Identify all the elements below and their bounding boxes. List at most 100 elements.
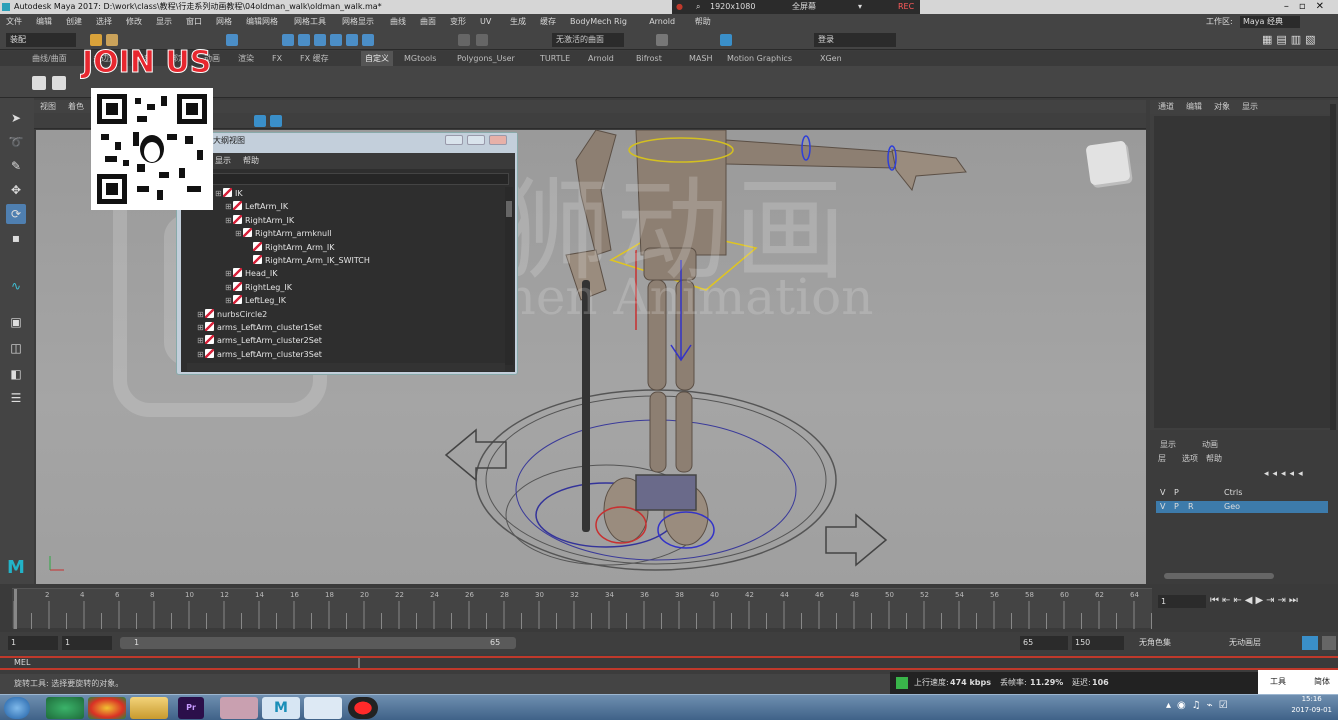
clock[interactable]: 15:16 2017-09-01 [1291, 694, 1332, 716]
menu-item[interactable]: 缓存 [540, 14, 556, 30]
premiere-icon[interactable]: Pr [178, 697, 204, 719]
expand-icon[interactable]: ⊞ [225, 281, 233, 294]
playback-end-field[interactable]: 65 [1020, 636, 1068, 650]
rotate-tool-icon[interactable]: ⟳ [6, 204, 26, 224]
shelf-tab[interactable]: XGen [820, 51, 842, 66]
expand-icon[interactable]: ⊞ [225, 214, 233, 227]
layer-hscroll[interactable] [1164, 573, 1274, 579]
channel-box-tab[interactable]: 通道 [1158, 100, 1174, 114]
simplified-label[interactable]: 简体 [1314, 670, 1330, 694]
layer-row[interactable]: V P Ctrls [1156, 487, 1328, 499]
menu-item[interactable]: 创建 [66, 14, 82, 30]
shelf-tab[interactable]: Motion Graphics [727, 51, 792, 66]
shelf-tab[interactable]: FX 缓存 [300, 51, 329, 66]
layer-p[interactable]: P [1174, 487, 1179, 499]
shelf-tab[interactable]: 曲线/曲面 [32, 51, 67, 66]
channel-box-tab[interactable]: 显示 [1242, 100, 1258, 114]
expand-icon[interactable]: ⊞ [197, 321, 205, 334]
snap-surface-icon[interactable] [346, 34, 358, 46]
workspace-select[interactable]: Maya 经典 [1240, 16, 1300, 28]
close-icon[interactable] [489, 135, 507, 145]
taskbar-app-icon[interactable] [220, 697, 258, 719]
expand-icon[interactable]: ⊞ [225, 200, 233, 213]
two-pane-icon[interactable]: ◫ [6, 338, 26, 358]
outliner-item[interactable]: ⊞ RightLeg_IK [225, 281, 292, 294]
shelf-tab[interactable]: MASH [689, 51, 712, 66]
menu-item[interactable]: 曲线 [390, 14, 406, 30]
menu-item[interactable]: 网格 [216, 14, 232, 30]
login-button[interactable]: 登录 [814, 33, 896, 47]
panel-scrollbar[interactable] [1330, 104, 1336, 430]
outliner-filter-field[interactable] [191, 173, 509, 185]
menu-item[interactable]: 修改 [126, 14, 142, 30]
scale-tool-icon[interactable]: ▪ [6, 228, 26, 248]
outliner-layout-icon[interactable]: ☰ [6, 388, 26, 408]
menu-item[interactable]: 网格显示 [342, 14, 374, 30]
layer-r[interactable]: R [1188, 501, 1194, 513]
recorder-mode[interactable]: 全屏幕 [792, 0, 816, 14]
expand-icon[interactable]: ⊞ [197, 308, 205, 321]
select-arrow-icon[interactable]: ➤ [6, 108, 26, 128]
layer-menu-item[interactable]: 层 [1158, 453, 1166, 465]
shelf-tab[interactable]: 渲染 [238, 51, 254, 66]
outliner-item[interactable]: ⊞ arms_LeftArm_cluster2Set [197, 334, 322, 347]
wireframe-icon[interactable] [254, 115, 266, 127]
recorder-taskbar-icon[interactable] [348, 697, 378, 719]
outliner-item[interactable]: ⊞ nurbsCircle2 [197, 308, 267, 321]
snap-live-icon[interactable] [362, 34, 374, 46]
menu-item[interactable]: 显示 [156, 14, 172, 30]
menu-item[interactable]: 帮助 [695, 14, 711, 30]
channel-box-tab[interactable]: 编辑 [1186, 100, 1202, 114]
scroll-thumb[interactable] [506, 201, 512, 217]
menu-item[interactable]: 编辑网格 [246, 14, 278, 30]
shelf-tab[interactable]: Arnold [588, 51, 614, 66]
menu-item[interactable]: BodyMech Rig [570, 14, 627, 30]
range-slider[interactable]: 1 65 [120, 637, 516, 649]
view-cube[interactable] [1085, 140, 1131, 186]
outliner-hscrollbar[interactable] [187, 363, 505, 371]
shelf-tab[interactable]: Polygons_User [457, 51, 515, 66]
viewport-menu-item[interactable]: 着色 [68, 100, 84, 113]
anim-layer-select[interactable]: 无动画层 [1226, 636, 1298, 650]
outliner-item[interactable]: ⊞ RightArm_armknull [235, 227, 332, 240]
chrome-icon[interactable] [88, 697, 126, 719]
anim-end-field[interactable]: 150 [1072, 636, 1124, 650]
layer-menu-item[interactable]: 选项 [1182, 453, 1198, 465]
layer-v[interactable]: V [1160, 487, 1165, 499]
three-pane-icon[interactable]: ◧ [6, 364, 26, 384]
smooth-shade-icon[interactable] [270, 115, 282, 127]
layer-menu-item[interactable]: 帮助 [1206, 453, 1222, 465]
explorer-icon[interactable] [130, 697, 168, 719]
shelf-tool-icon[interactable] [32, 76, 46, 90]
outliner-menu-show[interactable]: 显示 [215, 153, 231, 169]
layer-row[interactable]: V P R Geo [1156, 501, 1328, 513]
auto-key-icon[interactable] [1302, 636, 1318, 650]
outliner-item[interactable]: RightArm_Arm_IK [245, 241, 335, 254]
shelf-tool-icon[interactable] [52, 76, 66, 90]
outliner-item[interactable]: ⊞ IK [215, 187, 243, 200]
preferences-icon[interactable] [1322, 636, 1336, 650]
shelf-tab[interactable]: Bifrost [636, 51, 662, 66]
layer-tab[interactable]: 显示 [1160, 439, 1176, 450]
outliner-item[interactable]: ⊞ LeftArm_IK [225, 200, 288, 213]
layer-v[interactable]: V [1160, 501, 1165, 513]
outliner-scrollbar[interactable] [505, 187, 513, 365]
mel-label[interactable]: MEL [14, 658, 30, 668]
snap-curve-icon[interactable] [298, 34, 310, 46]
move-tool-icon[interactable]: ✥ [6, 180, 26, 200]
menu-item[interactable]: 窗口 [186, 14, 202, 30]
snap-view-icon[interactable] [330, 34, 342, 46]
maximize-icon[interactable] [467, 135, 485, 145]
screen-recorder-bar[interactable]: ● ⌕ 1920x1080 全屏幕 ▾ REC [672, 0, 920, 14]
expand-icon[interactable]: ⊞ [235, 227, 243, 240]
menu-item[interactable]: 文件 [6, 14, 22, 30]
minimize-icon[interactable] [445, 135, 463, 145]
single-view-icon[interactable]: ▣ [6, 312, 26, 332]
lasso-icon[interactable]: ➰ [6, 132, 26, 152]
expand-icon[interactable]: ⊞ [225, 267, 233, 280]
outliner-item[interactable]: ⊞ RightArm_IK [225, 214, 294, 227]
menu-item[interactable]: 选择 [96, 14, 112, 30]
outliner-item[interactable]: ⊞ Head_IK [225, 267, 278, 280]
expand-icon[interactable]: ⊞ [197, 348, 205, 361]
playback-start-field[interactable]: 1 [62, 636, 112, 650]
